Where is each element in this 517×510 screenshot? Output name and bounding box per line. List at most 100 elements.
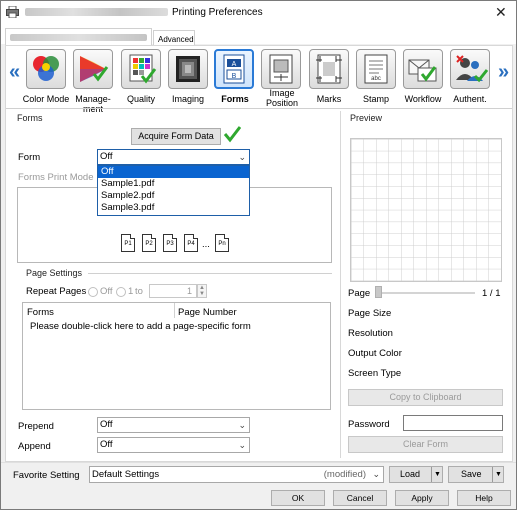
- authentication-icon: [456, 55, 489, 83]
- append-label: Append: [18, 441, 51, 452]
- toolbar-workflow[interactable]: [403, 49, 443, 89]
- page-icon-p4: P4: [184, 234, 198, 252]
- page-ellipsis: ...: [202, 239, 210, 250]
- toolbar-marks[interactable]: [309, 49, 349, 89]
- favorite-setting-select[interactable]: Default Settings (modified) ⌄: [89, 466, 384, 483]
- favorite-modified: (modified): [323, 469, 366, 480]
- section-divider: [340, 111, 341, 458]
- page-icon-p3: P3: [163, 234, 177, 252]
- preview-grid: [350, 138, 502, 282]
- page-forms-table[interactable]: [22, 302, 331, 410]
- printer-name-redacted: [25, 8, 168, 16]
- table-hint[interactable]: Please double-click here to add a page-s…: [30, 321, 251, 332]
- svg-text:B: B: [232, 73, 237, 80]
- prepend-value: Off: [100, 419, 113, 430]
- page-settings-title: Page Settings: [26, 268, 83, 278]
- spinner-arrows-icon[interactable]: ▲ ▼: [197, 284, 207, 298]
- preview-output-color: Output Color: [348, 348, 402, 359]
- svg-text:A: A: [232, 61, 237, 68]
- copy-to-clipboard-button[interactable]: Copy to Clipboard: [348, 389, 503, 406]
- col-page-number: Page Number: [178, 307, 237, 318]
- preview-page-count: 1 / 1: [482, 288, 501, 299]
- clear-form-button[interactable]: Clear Form: [348, 436, 503, 453]
- form-label: Form: [18, 152, 41, 163]
- load-button[interactable]: Load ▼: [389, 466, 443, 483]
- close-button[interactable]: ✕: [495, 4, 507, 21]
- apply-button[interactable]: Apply: [395, 490, 449, 506]
- page-icon-pn: Pn: [215, 234, 229, 252]
- favorite-setting-value: Default Settings: [92, 469, 160, 480]
- preview-resolution: Resolution: [348, 328, 393, 339]
- forms-group-title: Forms: [17, 113, 43, 123]
- color-mode-icon: [33, 56, 59, 81]
- help-button[interactable]: Help: [457, 490, 511, 506]
- toolbar-forms[interactable]: A B: [214, 49, 254, 89]
- favorite-setting-label: Favorite Setting: [13, 470, 80, 481]
- title-bar: Printing Preferences ✕: [1, 1, 516, 24]
- preview-page-label: Page: [348, 288, 371, 299]
- toolbar-divider: [6, 108, 512, 109]
- preview-page-size: Page Size: [348, 308, 392, 319]
- form-dropdown-list: Off Sample1.pdf Sample2.pdf Sample3.pdf: [97, 165, 250, 216]
- favorite-divider: [1, 462, 516, 463]
- svg-text:abc: abc: [371, 76, 381, 82]
- window-title: Printing Preferences: [172, 7, 263, 18]
- toolbar-imaging[interactable]: [168, 49, 208, 89]
- col-forms: Forms: [27, 307, 54, 318]
- repeat-range-to-label: to: [135, 286, 143, 297]
- col-separator: [174, 303, 175, 318]
- repeat-range-radio[interactable]: [116, 287, 126, 297]
- form-select-value: Off: [100, 151, 113, 162]
- form-select[interactable]: Off ⌄: [97, 149, 250, 165]
- append-select[interactable]: Off ⌄: [97, 437, 250, 453]
- password-field[interactable]: [403, 415, 503, 431]
- chevron-down-icon: ⌄: [238, 152, 246, 162]
- toolbar-quality[interactable]: [121, 49, 161, 89]
- page-settings-divider: [88, 273, 332, 274]
- checkmark-icon: [223, 126, 241, 143]
- chevron-down-icon: ⌄: [372, 469, 380, 479]
- prepend-select[interactable]: Off ⌄: [97, 417, 250, 433]
- forms-icon: A B: [223, 54, 245, 84]
- ok-button[interactable]: OK: [271, 490, 325, 506]
- printing-preferences-window: Printing Preferences ✕ Advanced « » A B …: [0, 0, 517, 510]
- scroll-right-arrow-icon[interactable]: »: [498, 61, 509, 84]
- save-button[interactable]: Save ▼: [448, 466, 504, 483]
- form-option-off[interactable]: Off: [98, 166, 249, 178]
- cancel-button[interactable]: Cancel: [333, 490, 387, 506]
- form-option-sample1[interactable]: Sample1.pdf: [98, 178, 249, 190]
- preview-screen-type: Screen Type: [348, 368, 402, 379]
- toolbar-image-position[interactable]: [261, 49, 301, 89]
- save-dropdown-icon[interactable]: ▼: [495, 467, 502, 482]
- tab-printer-blurred[interactable]: [5, 28, 152, 45]
- form-option-sample3[interactable]: Sample3.pdf: [98, 202, 249, 214]
- scroll-left-arrow-icon[interactable]: «: [9, 61, 20, 84]
- preview-grid-lines: [351, 139, 501, 281]
- chevron-down-icon: ⌄: [238, 440, 246, 450]
- toolbar-management[interactable]: [73, 49, 113, 89]
- toolbar-authentication[interactable]: [450, 49, 490, 89]
- chevron-down-icon: ⌄: [238, 420, 246, 430]
- toolbar-label-authentication: Authent.: [453, 94, 487, 104]
- repeat-off-radio[interactable]: [88, 287, 98, 297]
- prepend-label: Prepend: [18, 421, 54, 432]
- stamp-icon: abc: [364, 54, 388, 84]
- page-icon-p1: P1: [121, 234, 135, 252]
- load-label: Load: [400, 469, 421, 479]
- load-dropdown-icon[interactable]: ▼: [434, 467, 441, 482]
- page-slider-track[interactable]: [375, 292, 475, 294]
- form-option-sample2[interactable]: Sample2.pdf: [98, 190, 249, 202]
- workflow-icon: [408, 59, 437, 82]
- page-slider-thumb[interactable]: [375, 286, 382, 298]
- acquire-form-data-button[interactable]: Acquire Form Data: [131, 128, 221, 145]
- repeat-range-to-input[interactable]: 1: [149, 284, 197, 298]
- management-icon: [80, 56, 109, 82]
- printer-icon: [6, 6, 19, 18]
- toolbar-color-mode[interactable]: [26, 49, 66, 89]
- toolbar-stamp[interactable]: abc: [356, 49, 396, 89]
- append-value: Off: [100, 439, 113, 450]
- save-label: Save: [461, 469, 482, 479]
- tab-advanced[interactable]: Advanced: [153, 30, 195, 45]
- page-icon-p2: P2: [142, 234, 156, 252]
- repeat-off-label: Off: [100, 286, 113, 297]
